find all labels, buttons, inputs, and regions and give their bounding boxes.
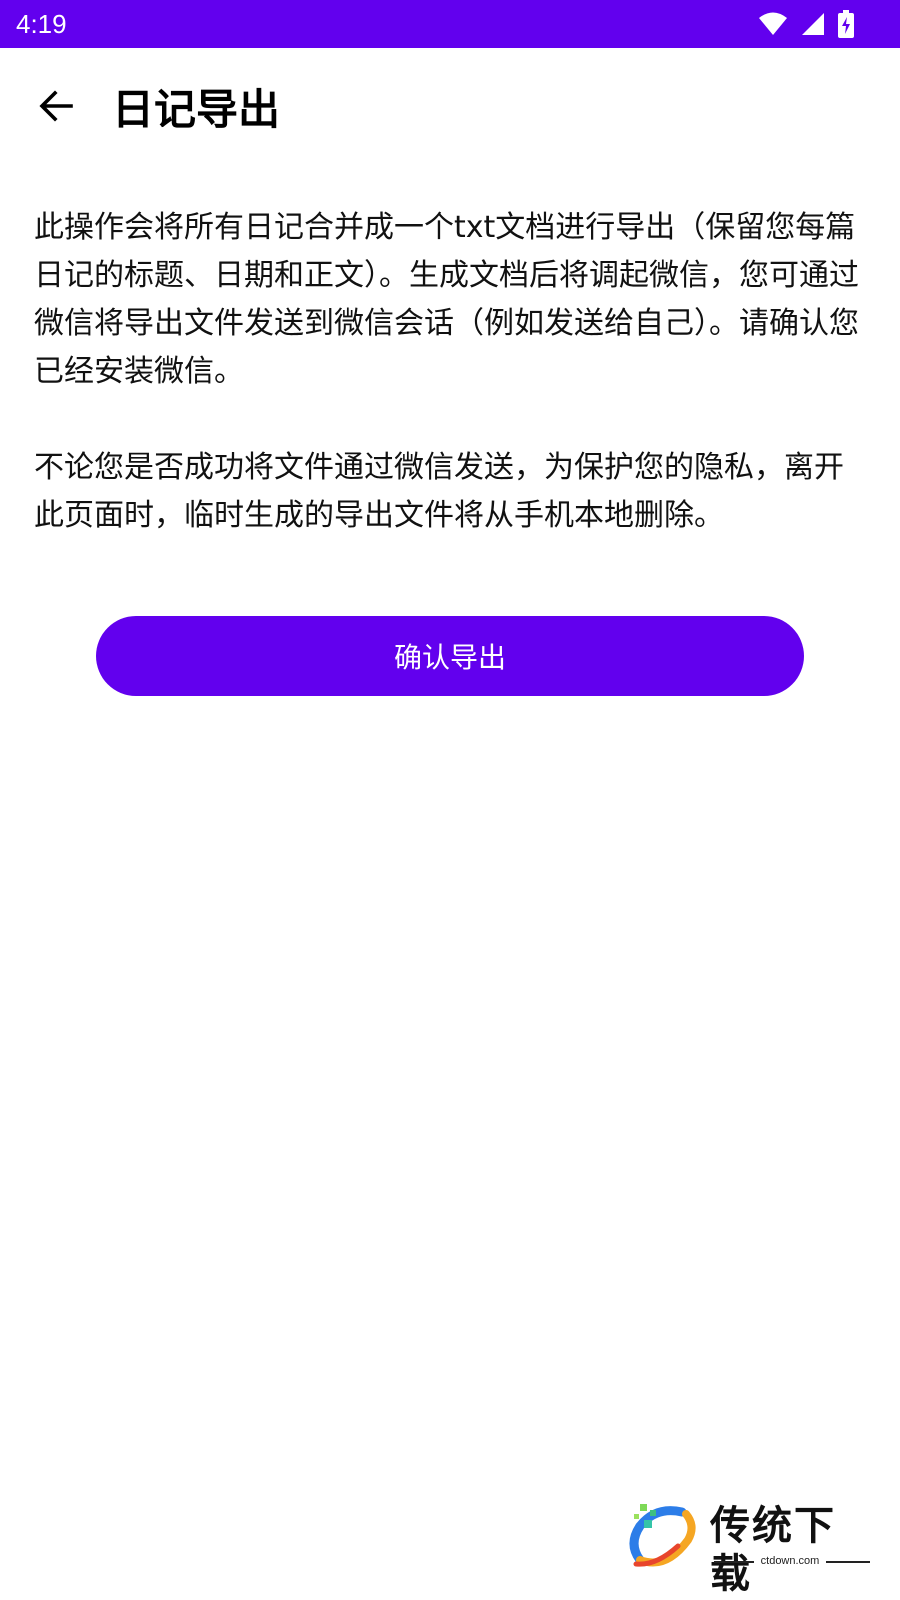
export-info-paragraph: 此操作会将所有日记合并成一个txt文档进行导出（保留您每篇日记的标题、日期和正文… bbox=[34, 210, 859, 389]
watermark: 传统下载 ctdown.com bbox=[626, 1500, 876, 1597]
wifi-icon bbox=[758, 11, 788, 37]
watermark-brand: 传统下载 bbox=[710, 1503, 836, 1597]
battery-charging-icon bbox=[838, 10, 854, 38]
status-bar: 4:19 bbox=[0, 0, 900, 48]
watermark-divider-right bbox=[826, 1561, 870, 1563]
cell-signal-icon bbox=[800, 11, 826, 37]
page-title: 日记导出 bbox=[112, 85, 281, 134]
confirm-export-button[interactable]: 确认导出 bbox=[96, 616, 804, 696]
toolbar: 日记导出 bbox=[0, 48, 900, 176]
status-icons bbox=[758, 10, 854, 38]
status-time: 4:19 bbox=[16, 9, 67, 39]
privacy-info-paragraph: 不论您是否成功将文件通过微信发送，为保护您的隐私，离开此页面时，临时生成的导出文… bbox=[34, 450, 844, 533]
arrow-back-icon bbox=[38, 88, 74, 128]
back-button[interactable] bbox=[26, 78, 86, 138]
export-description: 此操作会将所有日记合并成一个txt文档进行导出（保留您每篇日记的标题、日期和正文… bbox=[34, 204, 864, 540]
